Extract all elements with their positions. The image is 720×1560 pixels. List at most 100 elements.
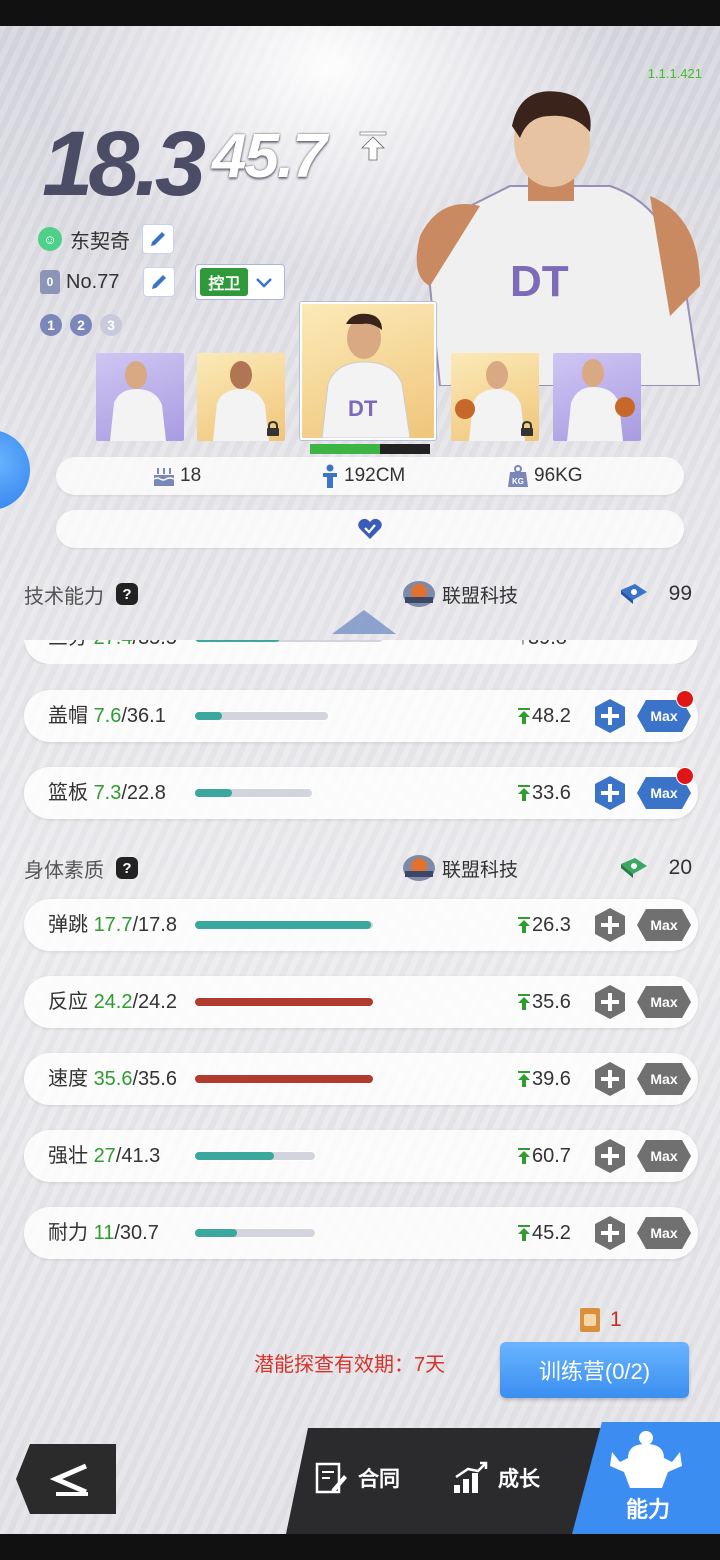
weight-icon: KG	[508, 465, 528, 487]
back-button[interactable]	[16, 1444, 116, 1514]
plus-button[interactable]	[592, 1138, 628, 1174]
nav-contract[interactable]: 合同	[314, 1456, 400, 1500]
body-row: 速度 35.6/35.6 39.6 Max	[24, 1053, 698, 1105]
stat-gain: 45.2	[518, 1207, 571, 1259]
heart-check-icon	[358, 518, 382, 539]
player-card-selected[interactable]: DT	[300, 302, 436, 440]
person-icon	[323, 464, 337, 488]
plus-button[interactable]	[592, 1215, 628, 1251]
lock-icon	[521, 421, 533, 436]
max-button[interactable]: Max	[636, 985, 692, 1019]
max-button[interactable]: Max	[636, 1062, 692, 1096]
stat-max-value: /35.6	[132, 1068, 177, 1090]
stat-current-value: 7.6	[93, 705, 122, 727]
player-card-locked[interactable]	[451, 353, 539, 441]
help-icon[interactable]: ?	[116, 583, 138, 605]
age-info: 18	[152, 457, 201, 495]
gain-up-icon	[518, 708, 530, 724]
growth-icon	[454, 1461, 488, 1493]
card-portrait	[567, 359, 635, 441]
training-ticket: 1	[578, 1306, 622, 1334]
pencil-icon	[151, 232, 165, 246]
system-nav-bar	[0, 1534, 720, 1560]
potential-rating: 45.7	[212, 122, 327, 191]
training-camp-button[interactable]: 训练营(0/2)	[500, 1342, 689, 1398]
position-select[interactable]: 控卫	[195, 264, 286, 300]
max-button[interactable]: Max	[636, 908, 692, 942]
stat-gain: 26.3	[518, 899, 571, 951]
tech-book-icon	[620, 584, 647, 604]
jersey-number: No.77	[66, 270, 120, 293]
app-root: 1.1.1.421 DT 18.3 45.7 ☺ 东契奇 0 No.77 控卫 …	[0, 0, 720, 1560]
gain-up-icon	[518, 1148, 530, 1164]
stat-max-value: /17.8	[132, 914, 177, 936]
stat-label: 三分 27.4/35.5	[48, 640, 177, 664]
stat-gain: ↑39.8	[518, 640, 567, 664]
stat-bar	[194, 1151, 316, 1161]
card-portrait	[110, 361, 166, 441]
nav-growth[interactable]: 成长	[452, 1456, 540, 1500]
tech-section-title: 技术能力	[24, 585, 104, 608]
body-points: 20	[619, 856, 692, 880]
lock-icon	[267, 421, 279, 436]
stat-label: 篮板 7.3/22.8	[48, 782, 166, 804]
tech-row: 盖帽 7.6/36.1 48.2 Max	[24, 690, 698, 742]
player-portrait: DT	[416, 91, 700, 386]
svg-text:KG: KG	[512, 477, 524, 486]
body-row: 耐力 11/30.7 45.2 Max	[24, 1207, 698, 1259]
body-row: 强壮 27/41.3 60.7 Max	[24, 1130, 698, 1182]
league-badge-icon	[403, 855, 435, 881]
edit-name-button[interactable]	[142, 224, 174, 254]
stat-label: 速度 35.6/35.6	[48, 1068, 177, 1090]
weight-value: 96KG	[534, 465, 583, 486]
plus-button[interactable]	[592, 907, 628, 943]
plus-button[interactable]	[592, 775, 628, 811]
player-info-strip: 18 192CM KG 96KG	[56, 457, 684, 495]
plus-button[interactable]	[592, 1061, 628, 1097]
player-card[interactable]	[96, 353, 184, 441]
plus-button[interactable]	[592, 984, 628, 1020]
player-card[interactable]	[553, 353, 641, 441]
help-icon[interactable]: ?	[116, 857, 138, 879]
gain-up-icon	[518, 1225, 530, 1241]
card-progress-bar	[310, 444, 430, 454]
player-name: 东契奇	[70, 230, 130, 253]
stat-current-value: 7.3	[93, 782, 122, 804]
max-button[interactable]: Max	[636, 1139, 692, 1173]
number-row: 0 No.77 控卫	[40, 264, 286, 300]
edit-number-button[interactable]	[143, 267, 176, 297]
tier-3[interactable]: 3	[100, 314, 122, 336]
favorite-strip[interactable]	[56, 510, 684, 548]
player-mood-icon: ☺	[38, 227, 62, 251]
svg-text:DT: DT	[348, 396, 378, 421]
stat-max-value: /22.8	[121, 782, 166, 804]
stat-gain: 35.6	[518, 976, 571, 1028]
stat-max-value: /41.3	[115, 1145, 161, 1167]
max-button[interactable]: Max	[636, 1216, 692, 1250]
contract-icon	[315, 1462, 347, 1494]
stat-bar	[194, 920, 374, 930]
tier-2[interactable]: 2	[70, 314, 92, 336]
league-tech-link[interactable]: 联盟科技	[402, 579, 518, 609]
player-card-locked[interactable]	[197, 353, 285, 441]
stat-label: 弹跳 17.7/17.8	[48, 914, 177, 936]
version-label: 1.1.1.421	[647, 66, 702, 81]
stat-label: 反应 24.2/24.2	[48, 991, 177, 1013]
player-ability-screen: 1.1.1.421 DT 18.3 45.7 ☺ 东契奇 0 No.77 控卫 …	[0, 26, 720, 1534]
stat-current-value: 35.6	[93, 1068, 133, 1090]
stat-bar	[194, 711, 329, 721]
league-badge-icon	[403, 581, 435, 607]
collapse-arrow-icon[interactable]	[332, 606, 396, 636]
body-row: 弹跳 17.7/17.8 26.3 Max	[24, 899, 698, 951]
tier-1[interactable]: 1	[40, 314, 62, 336]
cake-icon	[153, 468, 175, 486]
side-drawer-tab[interactable]	[0, 430, 30, 510]
tech-points-value: 99	[668, 582, 692, 605]
nav-ability-label: 能力	[626, 1497, 671, 1522]
league-tech-link[interactable]: 联盟科技	[402, 853, 518, 883]
body-row: 反应 24.2/24.2 35.6 Max	[24, 976, 698, 1028]
potential-up-icon[interactable]	[358, 130, 388, 162]
plus-button[interactable]	[592, 698, 628, 734]
stat-bar-fill	[195, 998, 373, 1006]
stat-bar-fill	[195, 1152, 275, 1160]
